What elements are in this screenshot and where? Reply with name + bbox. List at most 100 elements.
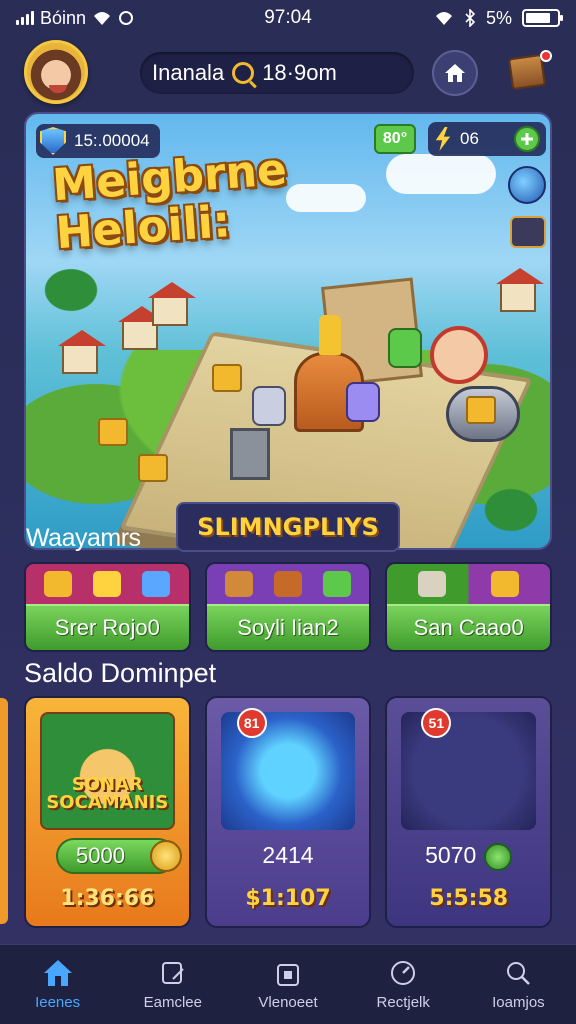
nav-label: Ieenes [35, 994, 81, 1011]
nav-item-gauge[interactable]: Rectjelk [346, 945, 461, 1024]
carrier-name: Bóinn [40, 7, 87, 28]
nav-label: Ioamjos [492, 994, 545, 1011]
mailbox-button[interactable] [506, 46, 552, 92]
offer-buy-button[interactable]: 5000 [56, 838, 182, 874]
gem-counter[interactable]: 80° [374, 124, 416, 154]
palm-tree [26, 254, 116, 314]
offer-price-value: 2414 [262, 842, 314, 868]
hammer-icon [418, 571, 446, 597]
nav-item-home[interactable]: Ieenes [0, 945, 115, 1024]
nav-item-bag[interactable]: Vlenoeet [230, 945, 345, 1024]
category-icons [206, 564, 370, 604]
promo-tag[interactable]: SLIMNGPLIYS [176, 502, 400, 552]
horse-icon [225, 571, 254, 597]
home-icon [445, 64, 465, 82]
shield-icon [40, 127, 66, 155]
offer-price: 5000 [76, 843, 125, 868]
gift-box-icon [491, 571, 520, 597]
offer-price-value: 5070 [425, 842, 477, 868]
coin-stack-icon [93, 571, 122, 597]
category-icons [26, 564, 189, 604]
hero-banner[interactable]: Meigbrne Heloili: 15:.00004 80° 06 [24, 112, 552, 550]
offer-badge: 81 [236, 708, 267, 738]
gem-value: 80° [382, 130, 408, 147]
battery-percent: 5% [485, 7, 512, 28]
coin-counter[interactable]: 15:.00004 [36, 124, 160, 158]
wifi-icon-right [435, 12, 452, 25]
battery-icon [522, 9, 563, 27]
side-menu-icon[interactable] [510, 216, 546, 248]
robot [346, 382, 380, 422]
cart-icon [274, 571, 302, 597]
category-row: Srer Rojo0 Soyli Iian2 San Caao0 [24, 562, 553, 652]
category-card-3[interactable]: San Caao0 [385, 562, 553, 652]
search-bar[interactable]: Inanala 18·9om [140, 52, 414, 94]
status-right: 5% [434, 7, 563, 29]
bottom-nav: Ieenes Eamclee Vlenoeet Rectjelk Ioamjos [0, 944, 576, 1024]
energy-value: 06 [460, 129, 479, 148]
crate [138, 454, 168, 482]
search-time: 18·9om [262, 60, 337, 85]
offer-art-label: SONAR SOCAMANIS [46, 774, 169, 813]
bolt-icon [435, 127, 451, 151]
battery-fill [526, 13, 550, 23]
wifi-icon [94, 12, 111, 25]
globe-icon[interactable] [508, 166, 546, 204]
robot [252, 386, 286, 426]
section-title-offers: Saldo Dominpet [24, 658, 217, 688]
search-icon [502, 958, 534, 988]
gift-icon [44, 571, 73, 597]
cloud [386, 154, 496, 194]
category-label: Soyli Iian2 [206, 604, 370, 650]
house [496, 268, 544, 312]
offer-art [401, 712, 537, 830]
signal-icon [16, 11, 34, 25]
bag-icon [272, 958, 304, 988]
coin-icon [150, 840, 182, 872]
search-text: Inanala [152, 60, 225, 85]
category-card-2[interactable]: Soyli Iian2 [204, 562, 372, 652]
gauge-icon [387, 958, 419, 988]
offer-bottom-price: 5:5:58 [429, 886, 509, 911]
crate [98, 418, 128, 446]
offer-price: 2414 [207, 842, 370, 869]
character-head [430, 326, 488, 384]
status-left: Bóinn [16, 8, 434, 29]
cloud [286, 184, 366, 212]
category-icons [387, 564, 551, 604]
offer-card-3[interactable]: 51 5070 5:5:58 [385, 696, 553, 928]
offer-price: 5070 [387, 842, 550, 871]
toy-icon [142, 571, 171, 597]
crate [466, 396, 496, 424]
robot [388, 328, 422, 368]
category-card-1[interactable]: Srer Rojo0 [24, 562, 191, 652]
section-title-categories: Waayamrs [26, 524, 141, 552]
house [58, 330, 106, 374]
avatar[interactable] [24, 40, 88, 104]
robot-icon [322, 571, 351, 597]
hero-title: Meigbrne Heloili: [50, 144, 289, 260]
nav-item-edit[interactable]: Eamclee [115, 945, 230, 1024]
category-label: Srer Rojo0 [26, 604, 189, 650]
coin-value: 15:.00004 [74, 131, 150, 150]
offer-row: SONAR SOCAMANIS 5000 1:36:66 81 2414 $1:… [24, 696, 553, 928]
edit-icon [157, 958, 189, 988]
previous-offer-peek[interactable] [0, 698, 8, 924]
offer-card-1[interactable]: SONAR SOCAMANIS 5000 1:36:66 [24, 696, 191, 928]
offer-card-2[interactable]: 81 2414 $1:107 [204, 696, 372, 928]
status-bar: Bóinn 97:04 5% [0, 0, 576, 36]
nav-item-search[interactable]: Ioamjos [461, 945, 576, 1024]
crate [212, 364, 242, 392]
add-energy-icon[interactable] [514, 126, 540, 152]
search-icon [232, 62, 255, 84]
stone-door [230, 428, 270, 480]
category-label: San Caao0 [387, 604, 551, 650]
nav-label: Vlenoeet [258, 994, 318, 1011]
offer-bottom-price: 1:36:66 [60, 886, 155, 911]
energy-counter[interactable]: 06 [428, 122, 546, 156]
nav-label: Rectjelk [376, 994, 430, 1011]
header: Inanala 18·9om [0, 40, 576, 106]
bluetooth-icon [465, 9, 476, 27]
notification-dot [540, 50, 552, 62]
home-button[interactable] [432, 50, 478, 96]
